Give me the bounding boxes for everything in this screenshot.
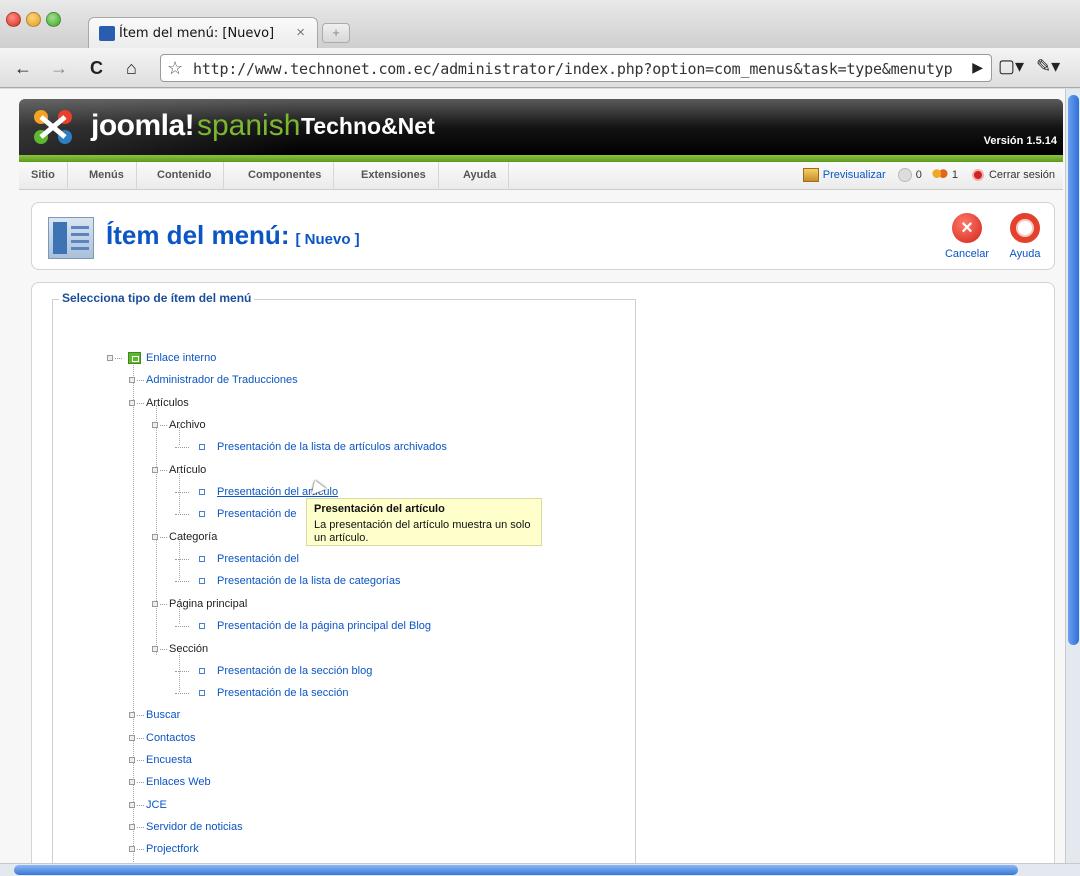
browser-tab[interactable]: Ítem del menú: [Nuevo] × (88, 17, 318, 48)
tree-node[interactable]: Buscar (129, 708, 180, 722)
status-area: Previsualizar 0 1 Cerrar sesión (802, 168, 1055, 182)
menu-item-menus[interactable]: Menús (77, 162, 137, 190)
tree-node[interactable]: JCE (129, 798, 167, 812)
admin-menu-bar: Sitio Menús Contenido Componentes Extens… (19, 162, 1063, 190)
wrench-menu-icon[interactable]: ✎▾ (1036, 56, 1060, 77)
users-icon (931, 168, 948, 182)
tree-leaf[interactable]: Presentación de la sección blog (175, 664, 372, 678)
tree-node[interactable]: Categoría (152, 530, 217, 544)
vertical-scrollbar[interactable] (1065, 89, 1080, 863)
tree-node-root[interactable]: Enlace interno (107, 351, 216, 365)
tree-node[interactable]: Projectfork (129, 842, 199, 856)
fieldset-legend: Selecciona tipo de ítem del menú (59, 291, 255, 305)
cancel-icon: × (952, 213, 982, 243)
logout-icon (971, 169, 984, 181)
tab-strip: Ítem del menú: [Nuevo] × + (0, 0, 1080, 48)
url-text[interactable]: http://www.technonet.com.ec/administrato… (193, 60, 953, 78)
menu-item-sitio[interactable]: Sitio (19, 162, 68, 190)
page-title-subtitle: [ Nuevo ] (295, 231, 360, 248)
toolbar-box: Ítem del menú: [ Nuevo ] × Cancelar Ayuda (31, 202, 1055, 270)
preview-icon (802, 168, 819, 182)
tree-node[interactable]: Artículo (152, 463, 206, 477)
window-minimize-button[interactable] (26, 12, 41, 27)
tooltip: Presentación del artículo La presentació… (306, 498, 542, 546)
vertical-scroll-thumb[interactable] (1068, 95, 1079, 645)
page-title-text: Ítem del menú: (106, 220, 290, 250)
joomla-favicon-icon (99, 26, 115, 41)
menu-item-componentes[interactable]: Componentes (236, 162, 335, 190)
menu-item-header-icon (48, 217, 94, 259)
window-close-button[interactable] (6, 12, 21, 27)
logout-link[interactable]: Cerrar sesión (989, 169, 1055, 181)
messages-count: 0 (915, 169, 922, 181)
horizontal-scrollbar[interactable] (0, 863, 1080, 876)
tree-node[interactable]: Contactos (129, 731, 196, 745)
help-label: Ayuda (1009, 248, 1041, 260)
preview-link[interactable]: Previsualizar (823, 169, 886, 181)
tab-close-icon[interactable]: × (296, 24, 305, 41)
forward-icon[interactable]: → (50, 57, 68, 79)
address-bar[interactable]: ☆ http://www.technonet.com.ec/administra… (160, 54, 992, 82)
tooltip-body: La presentación del artículo muestra un … (314, 519, 531, 544)
tree-node[interactable]: Servidor de noticias (129, 820, 243, 834)
browser-toolbar: ← → C ⌂ ☆ http://www.technonet.com.ec/ad… (0, 48, 1080, 88)
header-green-bar (19, 155, 1063, 162)
tree-node[interactable]: Administrador de Traducciones (129, 373, 298, 387)
lifebuoy-icon (1010, 213, 1040, 243)
menu-type-fieldset: Selecciona tipo de ítem del menú Enlace … (52, 291, 636, 863)
reload-icon[interactable]: C (90, 57, 103, 79)
menu-item-extensiones[interactable]: Extensiones (349, 162, 439, 190)
horizontal-scroll-thumb[interactable] (14, 865, 1018, 875)
tab-title: Ítem del menú: [Nuevo] (119, 26, 275, 41)
menu-item-ayuda[interactable]: Ayuda (451, 162, 510, 190)
tree-node[interactable]: Página principal (152, 597, 247, 611)
page-title: Ítem del menú: [ Nuevo ] (106, 220, 360, 251)
page-menu-icon[interactable]: ▢▾ (998, 56, 1024, 77)
go-icon[interactable]: ▶ (972, 59, 983, 76)
tree-node[interactable]: Artículos (129, 396, 189, 410)
tree-node[interactable]: Archivo (152, 418, 206, 432)
help-button[interactable]: Ayuda (1002, 213, 1048, 263)
tree-leaf[interactable]: Presentación de la lista de categorías (175, 574, 400, 588)
tree-node[interactable]: Sección (152, 642, 208, 656)
main-panel: Selecciona tipo de ítem del menú Enlace … (31, 282, 1055, 863)
joomla-header: joomla! spanish Techno&Net Versión 1.5.1… (19, 99, 1063, 155)
version-label: Versión 1.5.14 (983, 135, 1057, 147)
joomla-spanish: spanish (197, 109, 301, 142)
tree-node[interactable]: Encuesta (129, 753, 192, 767)
joomla-logo-icon (34, 110, 72, 144)
tree-leaf[interactable]: Presentación de la lista de artículos ar… (175, 440, 447, 454)
cancel-label: Cancelar (944, 248, 990, 260)
tree-leaf[interactable]: Presentación del (175, 552, 299, 566)
tooltip-title: Presentación del artículo (314, 503, 445, 515)
tree-node[interactable]: Enlaces Web (129, 775, 211, 789)
page-viewport: joomla! spanish Techno&Net Versión 1.5.1… (0, 89, 1065, 863)
back-icon[interactable]: ← (14, 57, 32, 79)
menu-item-contenido[interactable]: Contenido (145, 162, 225, 190)
folder-icon (128, 352, 141, 365)
cancel-button[interactable]: × Cancelar (940, 213, 994, 263)
tree-leaf[interactable]: Presentación de (175, 507, 297, 521)
tree-leaf[interactable]: Presentación de la página principal del … (175, 619, 431, 633)
site-name: Techno&Net (301, 113, 435, 139)
joomla-brand: joomla! (91, 109, 195, 142)
new-tab-button[interactable]: + (322, 23, 350, 43)
users-count: 1 (951, 169, 958, 181)
bookmark-star-icon[interactable]: ☆ (167, 58, 183, 79)
home-icon[interactable]: ⌂ (126, 57, 137, 79)
browser-window: Ítem del menú: [Nuevo] × + ← → C ⌂ ☆ htt… (0, 0, 1080, 876)
messages-icon (897, 168, 912, 182)
tree-leaf[interactable]: Presentación de la sección (175, 686, 348, 700)
window-zoom-button[interactable] (46, 12, 61, 27)
